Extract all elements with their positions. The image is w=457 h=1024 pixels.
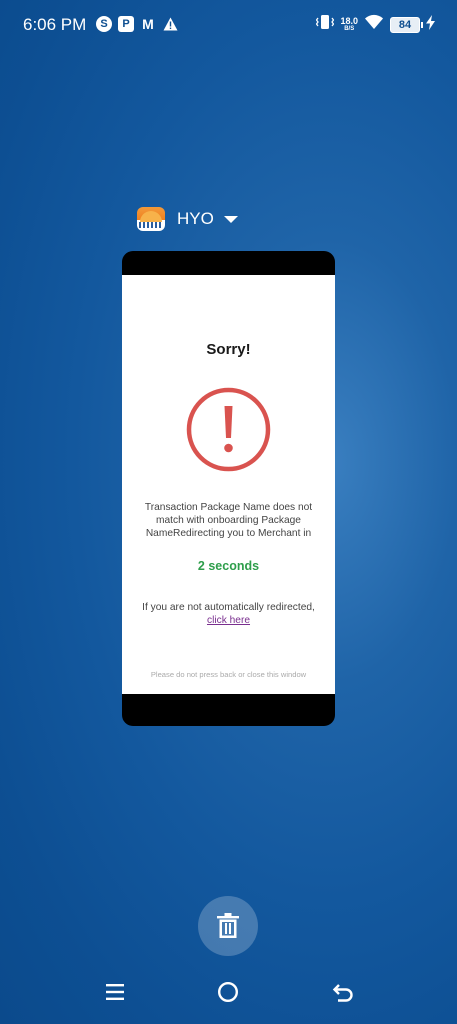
chevron-down-icon[interactable]	[223, 215, 238, 223]
recent-app-card[interactable]: Sorry! Transaction Package Name does not…	[122, 251, 335, 726]
recents-nav-button[interactable]	[100, 977, 130, 1007]
menu-icon	[106, 984, 124, 1000]
app-name: HYO	[177, 209, 214, 228]
battery-level: 84	[398, 18, 412, 31]
system-icons: 18.0 B/S 84	[316, 14, 435, 35]
dialog-title: Sorry!	[206, 341, 251, 358]
network-speed: 18.0 B/S	[340, 15, 358, 33]
network-speed-unit: B/S	[344, 25, 355, 32]
app-logo	[137, 207, 165, 231]
home-nav-button[interactable]	[213, 977, 243, 1007]
app-icon: P	[118, 16, 134, 32]
status-time: 6:06 PM	[23, 15, 87, 34]
trash-icon	[217, 913, 239, 938]
wifi-icon	[364, 14, 384, 35]
recent-app-header[interactable]: HYO	[137, 207, 238, 231]
app-preview-screen: Sorry! Transaction Package Name does not…	[122, 275, 335, 694]
back-nav-button[interactable]	[328, 977, 358, 1007]
home-icon	[217, 981, 239, 1003]
notification-icons: S P M	[96, 16, 178, 32]
navigation-bar	[0, 965, 457, 1015]
back-icon	[332, 984, 353, 1002]
charging-icon	[426, 14, 435, 35]
click-here-link[interactable]: click here	[207, 615, 250, 626]
alert-icon	[186, 387, 271, 472]
vibrate-icon	[316, 14, 335, 35]
redirect-countdown: 2 seconds	[197, 559, 260, 573]
error-message: Transaction Package Name does not match …	[144, 502, 313, 539]
redirect-note-text: If you are not automatically redirected,	[142, 602, 315, 613]
battery-indicator: 84	[390, 16, 423, 33]
gmail-icon: M	[142, 16, 154, 32]
network-speed-value: 18.0	[340, 15, 358, 26]
clear-recents-button[interactable]	[198, 896, 258, 956]
skype-icon: S	[96, 16, 112, 32]
status-bar: 6:06 PM S P M 18.0 B/S 84	[0, 0, 457, 50]
redirect-note: If you are not automatically redirected,…	[136, 601, 321, 627]
warning-icon	[162, 16, 178, 32]
footer-warning: Please do not press back or close this w…	[150, 670, 307, 679]
